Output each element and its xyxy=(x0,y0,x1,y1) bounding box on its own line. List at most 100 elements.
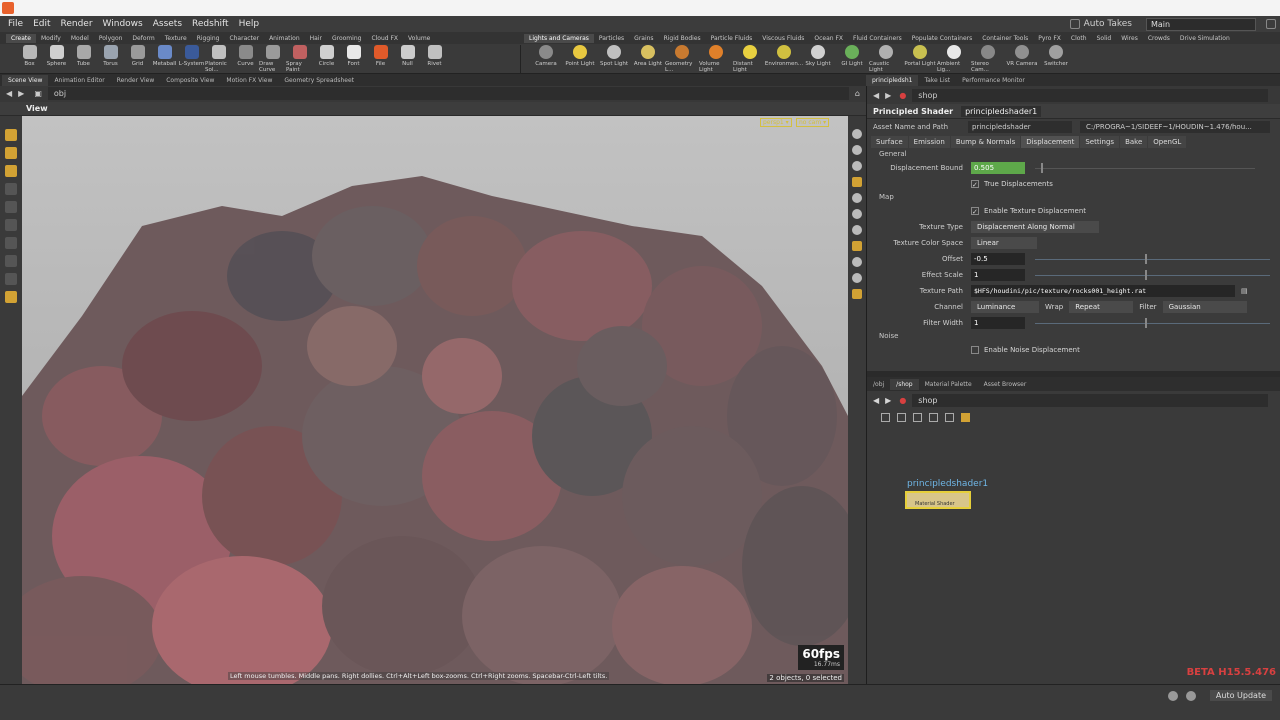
shader-node[interactable]: principledshader1 Material Shader xyxy=(905,479,988,509)
auto-takes-checkbox[interactable] xyxy=(1069,19,1080,29)
pane-tab[interactable]: principledsh1 xyxy=(866,74,919,86)
shelf-tab[interactable]: Character xyxy=(224,34,264,43)
shelf-tool-button[interactable]: Torus xyxy=(97,44,124,73)
select-tool-icon[interactable] xyxy=(5,129,17,141)
sticky-icon[interactable] xyxy=(961,412,970,422)
menu-assets[interactable]: Assets xyxy=(149,19,188,29)
shelf-tool-button[interactable]: L-System xyxy=(178,44,205,73)
shelf-tool-button[interactable]: Grid xyxy=(124,44,151,73)
param-tab[interactable]: Bake xyxy=(1120,136,1148,148)
shelf-tab[interactable]: Crowds xyxy=(1143,34,1175,43)
light-icon[interactable] xyxy=(852,193,862,203)
network-tab[interactable]: /shop xyxy=(890,378,919,390)
pane-tab[interactable]: Motion FX View xyxy=(220,75,278,86)
light-tool-button[interactable]: Volume Light xyxy=(699,44,733,73)
shelf-tool-button[interactable]: Sphere xyxy=(43,44,70,73)
pane-tab[interactable]: Performance Monitor xyxy=(956,75,1031,86)
network-path-field[interactable]: shop xyxy=(912,393,1268,407)
shelf-tab[interactable]: Model xyxy=(66,34,94,43)
scene-path-field[interactable]: obj xyxy=(47,87,849,101)
param-tab[interactable]: Displacement xyxy=(1021,136,1080,148)
shelf-tab[interactable]: Animation xyxy=(264,34,305,43)
shelf-tab[interactable]: Pyro FX xyxy=(1033,34,1066,43)
light-tool-button[interactable]: Spot Light xyxy=(597,44,631,73)
menu-file[interactable]: File xyxy=(4,19,29,29)
param-tab[interactable]: OpenGL xyxy=(1148,136,1187,148)
shelf-tab[interactable]: Drive Simulation xyxy=(1175,34,1235,43)
shelf-tool-button[interactable]: Platonic Sol... xyxy=(205,44,232,73)
menu-redshift[interactable]: Redshift xyxy=(188,19,235,29)
file-browse-icon[interactable]: ▤ xyxy=(1241,287,1248,295)
view-tool-icon[interactable] xyxy=(5,147,17,159)
shelf-tab[interactable]: Modify xyxy=(36,34,66,43)
shelf-tab[interactable]: Polygon xyxy=(94,34,128,43)
desktop-select[interactable]: Main xyxy=(1146,17,1256,31)
light-tool-button[interactable]: Stereo Cam... xyxy=(971,44,1005,73)
net-back-icon[interactable]: ◀ xyxy=(873,396,879,405)
shading-icon[interactable] xyxy=(852,177,862,187)
network-canvas[interactable]: principledshader1 Material Shader BETA H… xyxy=(867,425,1280,684)
display-option-icon[interactable] xyxy=(852,129,862,139)
handle-tool-icon[interactable] xyxy=(5,165,17,177)
tree-view-icon[interactable] xyxy=(881,412,890,422)
light-tool-button[interactable]: Caustic Light xyxy=(869,44,903,73)
shelf-tab[interactable]: Particle Fluids xyxy=(706,34,758,43)
tex-path-field[interactable]: $HFS/houdini/pic/texture/rocks001_height… xyxy=(971,285,1235,297)
light-tool-button[interactable]: Environmen... xyxy=(765,44,803,73)
network-tab[interactable]: /obj xyxy=(867,379,890,390)
shelf-tool-button[interactable]: Tube xyxy=(70,44,97,73)
shelf-tool-button[interactable]: Draw Curve xyxy=(259,44,286,73)
help-icon[interactable] xyxy=(1266,19,1276,29)
update-mode-icon[interactable] xyxy=(1185,690,1196,701)
pane-tab[interactable]: Composite View xyxy=(160,75,220,86)
light-tool-button[interactable]: Geometry L... xyxy=(665,44,699,73)
shelf-tab[interactable]: Hair xyxy=(305,34,327,43)
shelf-tool-button[interactable]: Spray Paint xyxy=(286,44,313,73)
param-tab[interactable]: Settings xyxy=(1080,136,1120,148)
param-forward-icon[interactable]: ▶ xyxy=(885,91,891,100)
shelf-tool-button[interactable]: File xyxy=(367,44,394,73)
enable-tex-disp-checkbox[interactable]: ✓ xyxy=(971,207,979,216)
param-tab[interactable]: Emission xyxy=(908,136,950,148)
offset-field[interactable]: -0.5 xyxy=(971,253,1025,265)
pane-tab[interactable]: Take List xyxy=(918,75,956,86)
wrap-select[interactable]: Repeat xyxy=(1069,301,1134,313)
normal-icon[interactable] xyxy=(852,257,862,267)
tex-cs-select[interactable]: Linear xyxy=(971,237,1037,249)
shelf-tool-button[interactable]: Null xyxy=(394,44,421,73)
filter-width-field[interactable]: 1 xyxy=(971,317,1025,329)
shelf-tab[interactable]: Rigid Bodies xyxy=(659,34,706,43)
disp-bound-slider[interactable] xyxy=(1035,162,1255,173)
node-body[interactable]: Material Shader xyxy=(905,491,971,509)
menu-help[interactable]: Help xyxy=(235,19,266,29)
param-tab[interactable]: Surface xyxy=(871,136,908,148)
ghost-icon[interactable] xyxy=(852,209,862,219)
shelf-tab[interactable]: Populate Containers xyxy=(907,34,977,43)
menu-edit[interactable]: Edit xyxy=(29,19,56,29)
node-name-field[interactable]: principledshader1 xyxy=(961,105,1042,117)
offset-slider[interactable] xyxy=(1035,253,1270,264)
shelf-tool-button[interactable]: Rivet xyxy=(421,44,448,73)
pose-tool-icon[interactable] xyxy=(5,183,17,195)
point-icon[interactable] xyxy=(852,225,862,235)
wireframe-icon[interactable] xyxy=(852,241,862,251)
shelf-tab[interactable]: Wires xyxy=(1116,34,1143,43)
guide-icon[interactable] xyxy=(852,273,862,283)
effect-field[interactable]: 1 xyxy=(971,269,1025,281)
shelf-tab[interactable]: Rigging xyxy=(192,34,225,43)
snap-tool-icon[interactable] xyxy=(5,255,17,267)
filter-select[interactable]: Gaussian xyxy=(1162,301,1247,313)
shelf-tab[interactable]: Volume xyxy=(403,34,435,43)
shelf-tab[interactable]: Grains xyxy=(629,34,658,43)
menu-render[interactable]: Render xyxy=(57,19,99,29)
shelf-tab[interactable]: Particles xyxy=(594,34,629,43)
magnet-icon[interactable] xyxy=(5,273,17,285)
no-cam-menu[interactable]: no cam ▾ xyxy=(796,118,830,127)
light-tool-button[interactable]: Point Light xyxy=(563,44,597,73)
asset-name-select[interactable]: principledshader xyxy=(968,121,1073,133)
shelf-tab[interactable]: Lights and Cameras xyxy=(524,33,594,43)
asset-path-field[interactable]: C:/PROGRA~1/SIDEEF~1/HOUDIN~1.476/hou... xyxy=(1080,121,1270,133)
filter-width-slider[interactable] xyxy=(1035,317,1270,328)
light-tool-button[interactable]: GI Light xyxy=(835,44,869,73)
network-tab[interactable]: Asset Browser xyxy=(978,379,1033,390)
